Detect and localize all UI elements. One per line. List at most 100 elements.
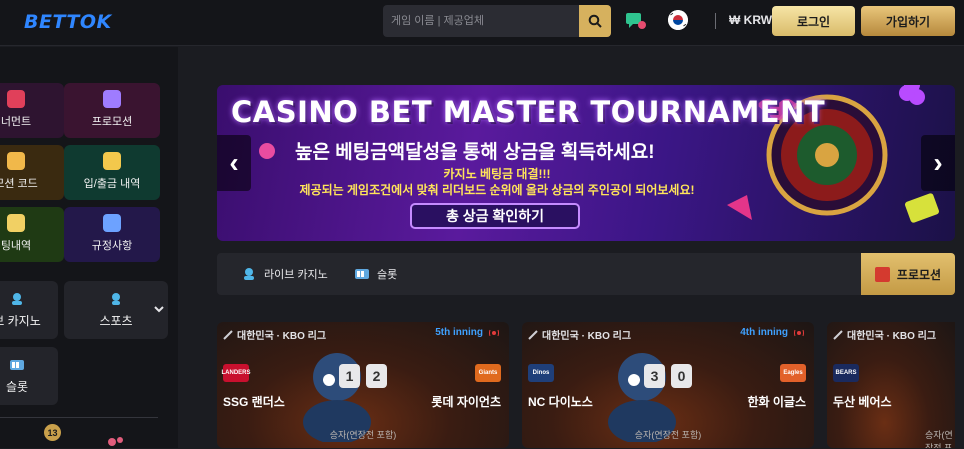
banner-next-button[interactable]: › (921, 135, 955, 191)
dice-icon[interactable] (107, 435, 125, 449)
gift-icon (874, 266, 890, 282)
sidebar-tile-promo-code[interactable]: 모션 코드 (0, 145, 64, 200)
join-button[interactable]: 가입하기 (861, 6, 955, 36)
sidebar-tile-transactions[interactable]: 입/출금 내역 (64, 145, 160, 200)
match-card[interactable]: 대한민국 · KBO 리그 5th inning LANDERS Giants … (217, 322, 509, 448)
baseball-bat-icon (528, 329, 538, 340)
match-inning: 4th inning (740, 327, 804, 338)
score-home: 1 (339, 364, 360, 388)
mascot-image (608, 353, 676, 442)
team-name-home: SSG 랜더스 (223, 395, 285, 409)
sidebar-tile-label: 너먼트 (0, 116, 32, 128)
baseball-bat-icon (833, 329, 843, 340)
header-divider (715, 13, 716, 29)
match-league: 대한민국 · KBO 리그 (223, 327, 326, 342)
sidebar-divider (0, 417, 158, 418)
score-home: 3 (644, 364, 665, 388)
slots-icon (355, 269, 369, 279)
tab-slots[interactable]: 슬롯 (354, 266, 397, 282)
search-button[interactable] (579, 5, 611, 37)
tab-live-casino[interactable]: 라이브 카지노 (241, 266, 328, 282)
team-name-home: 두산 베어스 (833, 395, 892, 409)
wallet-icon (103, 152, 121, 170)
match-league: 대한민국 · KBO 리그 (528, 327, 631, 342)
rules-icon (103, 214, 121, 232)
slots-icon (10, 360, 24, 370)
promotion-icon (103, 90, 121, 108)
score-away: 2 (366, 364, 387, 388)
team-logo-home: Dinos (528, 364, 554, 382)
sports-icon (112, 293, 120, 305)
sidebar-tile-promotion[interactable]: 프로모션 (64, 83, 160, 138)
sidebar-game-slots[interactable]: 슬롯 (0, 347, 58, 405)
chevron-right-icon: › (933, 147, 943, 178)
banner-line: 제공되는 게임조건에서 맞춰 리더보드 순위에 올라 상금의 주인공이 되어보세… (299, 183, 695, 197)
trophy-icon (7, 90, 25, 108)
sidebar: 너먼트 프로모션 모션 코드 입/출금 내역 팅내역 규정사항 브 카지노 스포… (0, 47, 178, 448)
notification-badge: 13 (44, 424, 61, 441)
mascot-image (303, 353, 371, 442)
team-logo-home: BEARS (833, 364, 859, 382)
sidebar-tile-label: 입/출금 내역 (83, 178, 141, 190)
team-name-away: 롯데 자이언츠 (431, 395, 501, 409)
sidebar-tile-label: 프로모션 (91, 116, 133, 128)
history-icon (7, 214, 25, 232)
sidebar-game-label: 브 카지노 (0, 314, 41, 328)
inning-label: 5th inning (435, 327, 483, 338)
match-card[interactable]: 대한민국 · KBO 리그 BEARS 두산 베어스 승자(연장전 포함) (827, 322, 955, 448)
sidebar-game-label: 스포츠 (99, 314, 133, 328)
live-icon (489, 329, 499, 336)
baseball-bat-icon (223, 329, 233, 340)
site-logo[interactable]: BETTOK (24, 11, 112, 33)
team-logo-home: LANDERS (222, 364, 251, 382)
promotion-tab-button[interactable]: 프로모션 (861, 253, 955, 295)
team-logo-away: Eagles (780, 364, 806, 382)
sidebar-tile-rules[interactable]: 규정사항 (64, 207, 160, 262)
tab-label: 슬롯 (377, 269, 398, 281)
coupon-icon (7, 152, 25, 170)
chevron-left-icon: ‹ (229, 147, 239, 178)
winner-market-label: 승자(연장전 포함) (925, 430, 953, 448)
banner-prev-button[interactable]: ‹ (217, 135, 251, 191)
promo-banner[interactable]: CASINO BET MASTER TOURNAMENT 높은 베팅금액달성을 … (217, 85, 955, 241)
sidebar-tile-bet-history[interactable]: 팅내역 (0, 207, 64, 262)
match-card[interactable]: 대한민국 · KBO 리그 4th inning Dinos Eagles 3 … (522, 322, 814, 448)
currency-label[interactable]: ₩ KRW (729, 13, 772, 27)
live-icon (794, 329, 804, 336)
tab-label: 라이브 카지노 (264, 269, 328, 281)
search-box (383, 5, 611, 37)
korea-flag-icon[interactable] (668, 10, 688, 30)
chat-icon[interactable] (625, 11, 647, 31)
top-bar: BETTOK ₩ KRW 로그인 가입하기 (0, 0, 964, 46)
login-button[interactable]: 로그인 (772, 6, 855, 36)
banner-cta-button[interactable]: 총 상금 확인하기 (410, 203, 580, 229)
league-label: 대한민국 · KBO 리그 (542, 331, 632, 342)
sidebar-game-label: 슬롯 (5, 380, 29, 394)
search-input[interactable] (383, 5, 579, 37)
sidebar-tile-label: 팅내역 (0, 240, 32, 252)
promotion-tab-label: 프로모션 (896, 267, 942, 282)
banner-title: CASINO BET MASTER TOURNAMENT (231, 95, 826, 129)
winner-market-label: 승자(연장전 포함) (634, 430, 702, 440)
score-away: 0 (671, 364, 692, 388)
team-name-away: 한화 이글스 (747, 395, 806, 409)
chevron-down-icon[interactable] (154, 305, 164, 313)
live-casino-icon (12, 293, 22, 305)
match-league: 대한민국 · KBO 리그 (833, 327, 936, 342)
sidebar-tile-label: 규정사항 (91, 240, 133, 252)
winner-market-label: 승자(연장전 포함) (329, 430, 397, 440)
category-tabs: 라이브 카지노 슬롯 (217, 253, 955, 295)
banner-subtitle: 높은 베팅금액달성을 통해 상금을 획득하세요! (295, 142, 655, 163)
inning-label: 4th inning (740, 327, 788, 338)
team-logo-away: Giants (475, 364, 501, 382)
search-icon (588, 14, 602, 28)
match-inning: 5th inning (435, 327, 499, 338)
sidebar-tile-label: 모션 코드 (0, 178, 38, 190)
sidebar-tile-tournament[interactable]: 너먼트 (0, 83, 64, 138)
banner-line: 카지노 베팅금 대결!!! (443, 167, 551, 181)
league-label: 대한민국 · KBO 리그 (237, 331, 327, 342)
live-casino-icon (244, 268, 254, 280)
sidebar-game-live-casino[interactable]: 브 카지노 (0, 281, 58, 339)
sidebar-game-sports[interactable]: 스포츠 (64, 281, 168, 339)
league-label: 대한민국 · KBO 리그 (847, 331, 937, 342)
